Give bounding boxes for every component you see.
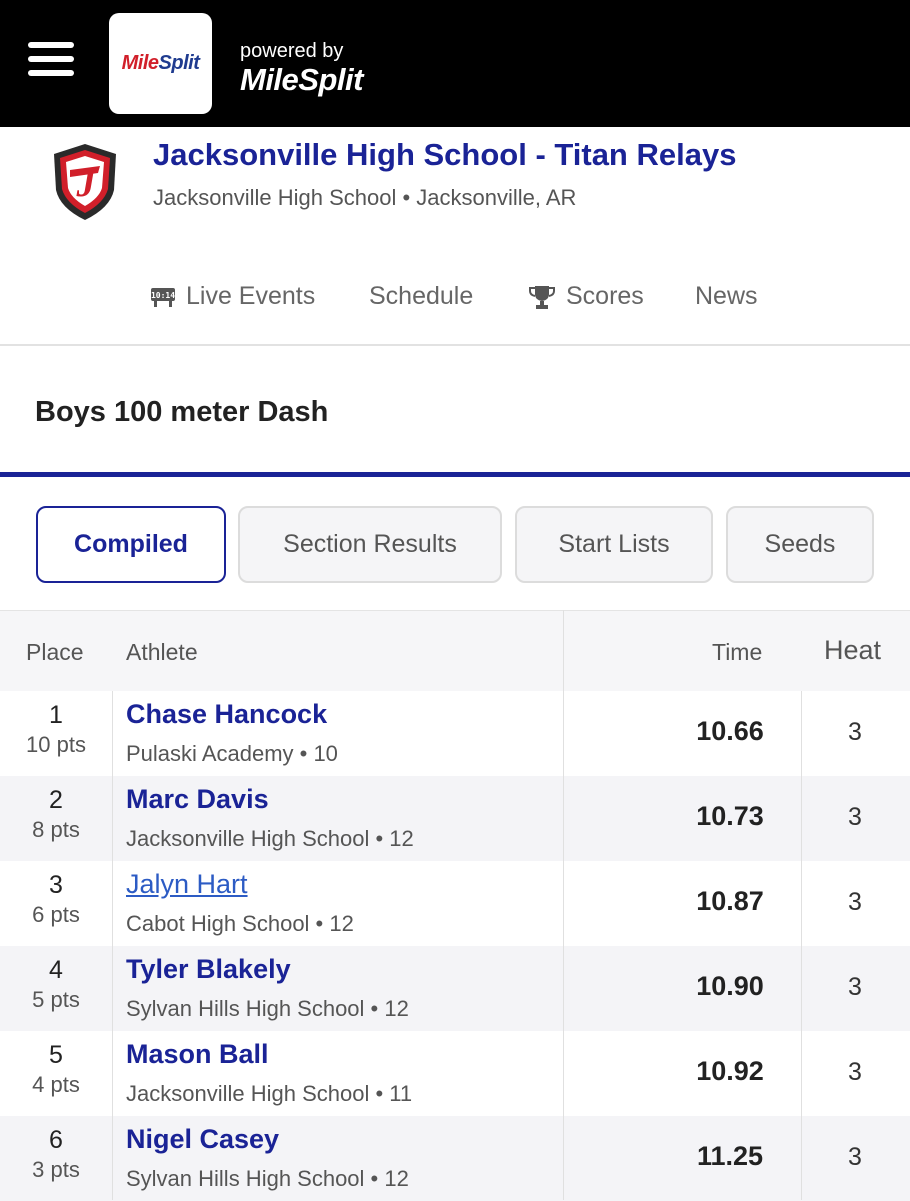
athlete-name[interactable]: Chase Hancock: [126, 699, 327, 730]
logo-mile: Mile: [121, 52, 159, 74]
nav-scores[interactable]: Scores: [528, 282, 644, 311]
result-heat: 3: [848, 888, 862, 916]
milesplit-logo[interactable]: MileSplit: [109, 13, 212, 114]
athlete-name-link[interactable]: Jalyn Hart: [126, 869, 248, 900]
nav-live-events-label: Live Events: [186, 282, 316, 310]
nav-live-events[interactable]: 10:14 Live Events: [150, 282, 315, 311]
trophy-icon: [528, 284, 556, 310]
nav-scores-label: Scores: [566, 282, 644, 310]
tab-start-lists[interactable]: Start Lists: [515, 506, 713, 583]
header-athlete: Athlete: [126, 639, 198, 665]
column-divider: [563, 610, 564, 1200]
table-row: 2 8 pts Marc Davis Jacksonville High Sch…: [0, 776, 910, 861]
table-row: 4 5 pts Tyler Blakely Sylvan Hills High …: [0, 946, 910, 1031]
scoreboard-icon: 10:14: [150, 286, 176, 308]
event-title-rule: [0, 472, 910, 477]
nav-news[interactable]: News: [695, 282, 758, 311]
nav-schedule[interactable]: Schedule: [369, 282, 473, 311]
result-time: 10.87: [696, 886, 764, 916]
place-number: 3: [49, 871, 63, 899]
athlete-school: Jacksonville High School • 12: [126, 826, 414, 851]
powered-by-brand: MileSplit: [240, 62, 363, 97]
table-row: 1 10 pts Chase Hancock Pulaski Academy •…: [0, 691, 910, 776]
result-time: 10.73: [696, 801, 764, 831]
result-time: 10.66: [696, 716, 764, 746]
place-cell: 5 4 pts: [0, 1041, 112, 1098]
header-heat: Heat: [824, 635, 882, 665]
place-cell: 1 10 pts: [0, 701, 112, 758]
result-heat: 3: [848, 718, 862, 746]
tab-seeds[interactable]: Seeds: [726, 506, 874, 583]
results-table: Place Athlete Time Heat 1 10 pts Chase H…: [0, 610, 910, 1201]
place-number: 4: [49, 956, 63, 984]
place-number: 1: [49, 701, 63, 729]
athlete-school: Sylvan Hills High School • 12: [126, 996, 409, 1021]
result-time: 10.92: [696, 1056, 764, 1086]
tab-section-results-label: Section Results: [283, 530, 457, 558]
athlete-name[interactable]: Marc Davis: [126, 784, 269, 815]
athlete-school: Cabot High School • 12: [126, 911, 354, 936]
result-heat: 3: [848, 803, 862, 831]
tab-seeds-label: Seeds: [764, 530, 836, 558]
meet-nav: 10:14 Live Events Schedule Scores News: [0, 282, 910, 318]
place-cell: 3 6 pts: [0, 871, 112, 928]
tab-compiled[interactable]: Compiled: [36, 506, 226, 583]
header-time: Time: [712, 639, 763, 665]
result-time: 10.90: [696, 971, 764, 1001]
athlete-name[interactable]: Mason Ball: [126, 1039, 269, 1070]
column-divider: [112, 691, 113, 1200]
athlete-school: Sylvan Hills High School • 12: [126, 1166, 409, 1191]
place-points: 5 pts: [32, 987, 80, 1012]
place-cell: 2 8 pts: [0, 786, 112, 843]
table-row: 5 4 pts Mason Ball Jacksonville High Sch…: [0, 1031, 910, 1116]
nav-schedule-label: Schedule: [369, 282, 474, 310]
meet-title[interactable]: Jacksonville High School - Titan Relays: [153, 137, 736, 173]
place-number: 5: [49, 1041, 63, 1069]
result-time: 11.25: [696, 1141, 764, 1171]
athlete-school: Jacksonville High School • 11: [126, 1081, 413, 1106]
place-cell: 4 5 pts: [0, 956, 112, 1013]
place-cell: 6 3 pts: [0, 1126, 112, 1183]
tab-start-lists-label: Start Lists: [558, 530, 670, 558]
athlete-name[interactable]: Nigel Casey: [126, 1124, 279, 1155]
place-points: 10 pts: [26, 732, 86, 757]
table-row: 3 6 pts Jalyn Hart Cabot High School • 1…: [0, 861, 910, 946]
table-header: Place Athlete Time Heat: [0, 610, 910, 691]
table-row: 6 3 pts Nigel Casey Sylvan Hills High Sc…: [0, 1116, 910, 1201]
result-heat: 3: [848, 973, 862, 1001]
athlete-school: Pulaski Academy • 10: [126, 741, 338, 766]
result-heat: 3: [848, 1143, 862, 1171]
result-heat: 3: [848, 1058, 862, 1086]
place-number: 6: [49, 1126, 63, 1154]
place-points: 6 pts: [32, 902, 80, 927]
menu-icon[interactable]: [28, 42, 74, 76]
meet-shield-logo: J: [40, 140, 130, 224]
place-points: 3 pts: [32, 1157, 80, 1182]
nav-news-label: News: [695, 282, 758, 310]
logo-split: Split: [158, 52, 200, 74]
top-bar: MileSplit powered by MileSplit: [0, 0, 910, 127]
tab-section-results[interactable]: Section Results: [238, 506, 502, 583]
tab-compiled-label: Compiled: [74, 530, 188, 558]
place-number: 2: [49, 786, 63, 814]
column-divider: [801, 691, 802, 1200]
place-points: 4 pts: [32, 1072, 80, 1097]
header-place: Place: [26, 639, 84, 665]
event-title: Boys 100 meter Dash: [35, 396, 329, 428]
nav-divider: [0, 344, 910, 346]
powered-by-label: powered by: [240, 40, 344, 62]
meet-location: Jacksonville High School • Jacksonville,…: [153, 185, 577, 210]
scoreboard-time: 10:14: [151, 291, 175, 300]
athlete-name[interactable]: Tyler Blakely: [126, 954, 291, 985]
place-points: 8 pts: [32, 817, 80, 842]
